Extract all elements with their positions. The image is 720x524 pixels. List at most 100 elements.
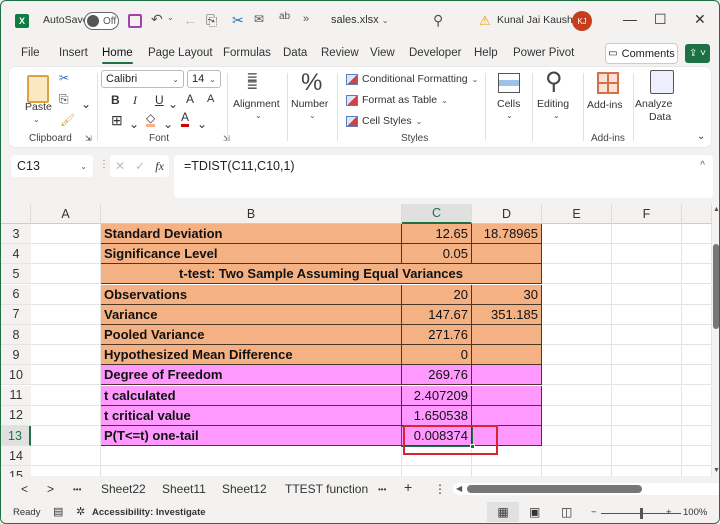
cell-a[interactable]: [31, 224, 101, 244]
column-header-d[interactable]: D: [472, 204, 542, 224]
tab-data[interactable]: Data: [283, 47, 307, 59]
zoom-slider-thumb[interactable]: [640, 508, 643, 519]
tab-file[interactable]: File: [21, 47, 40, 59]
cell-a[interactable]: [31, 385, 101, 406]
redo-arrow-icon[interactable]: ←: [183, 12, 197, 28]
addins-label[interactable]: Add-ins: [587, 99, 623, 111]
shrink-font-button[interactable]: A: [207, 93, 214, 105]
format-painter-icon[interactable]: 🖌: [60, 113, 75, 127]
cell-b-label[interactable]: Variance: [101, 304, 402, 325]
cell-g[interactable]: [682, 284, 712, 305]
enter-icon[interactable]: ✓: [135, 159, 145, 173]
cell-e[interactable]: [542, 405, 612, 426]
cell-d-value[interactable]: [472, 385, 542, 406]
cell-e[interactable]: [542, 284, 612, 305]
cell-g[interactable]: [682, 244, 712, 265]
prev-sheet-button[interactable]: <: [21, 482, 28, 496]
cell-g[interactable]: [682, 304, 712, 325]
accessibility-status[interactable]: Accessibility: Investigate: [92, 507, 206, 518]
cell-b-label[interactable]: t calculated: [101, 385, 402, 406]
tab-home[interactable]: Home: [102, 47, 133, 64]
cell-e[interactable]: [542, 345, 612, 366]
email-icon[interactable]: ✉: [254, 12, 264, 26]
cancel-icon[interactable]: ✕: [115, 159, 125, 173]
cell-e[interactable]: [542, 244, 612, 265]
clipboard-launcher-icon[interactable]: ⇲: [85, 134, 92, 143]
sheet-tab[interactable]: Sheet12: [222, 482, 267, 496]
row-header[interactable]: 11: [1, 385, 31, 406]
row-header[interactable]: 9: [1, 345, 31, 366]
cut-icon[interactable]: ✂: [232, 12, 244, 29]
cell-b-label[interactable]: Pooled Variance: [101, 325, 402, 345]
cell-d-value[interactable]: [472, 365, 542, 386]
cell-f[interactable]: [612, 224, 682, 244]
column-header-c[interactable]: C: [402, 204, 472, 224]
cell-e[interactable]: [542, 446, 612, 467]
font-name-select[interactable]: Calibri ⌄: [101, 70, 184, 88]
page-break-view-icon[interactable]: ◫: [561, 505, 572, 519]
save-icon[interactable]: [128, 14, 142, 28]
collapse-formula-bar-icon[interactable]: ^: [700, 160, 705, 171]
sheet-tab[interactable]: Sheet11: [162, 482, 206, 496]
paste-icon[interactable]: [27, 75, 49, 103]
cell-b-label[interactable]: Hypothesized Mean Difference: [101, 345, 402, 366]
avatar[interactable]: KJ: [572, 11, 592, 31]
spelling-icon[interactable]: ab: [279, 11, 290, 22]
paste-dropdown-icon[interactable]: ⌄: [33, 115, 40, 124]
sheet-tab[interactable]: Sheet22: [101, 482, 146, 496]
cell-g[interactable]: [682, 264, 712, 285]
cell-a[interactable]: [31, 446, 101, 467]
cell-g[interactable]: [682, 385, 712, 406]
tab-formulas[interactable]: Formulas: [223, 47, 271, 59]
conditional-formatting-button[interactable]: Conditional Formatting ⌄: [346, 73, 478, 85]
cell-f[interactable]: [612, 405, 682, 426]
copy-icon[interactable]: ⎘: [206, 12, 217, 29]
macro-record-icon[interactable]: ▤: [53, 505, 63, 518]
vertical-scroll-thumb[interactable]: [713, 244, 719, 329]
cell-c-value[interactable]: 20: [402, 284, 472, 305]
row-header[interactable]: 4: [1, 244, 31, 265]
cell-a[interactable]: [31, 304, 101, 325]
close-icon[interactable]: ✕: [694, 11, 706, 28]
undo-icon[interactable]: ↶: [151, 11, 163, 28]
copy-dropdown-icon[interactable]: ⌄: [81, 97, 91, 111]
cell-g[interactable]: [682, 446, 712, 467]
cell-e[interactable]: [542, 385, 612, 406]
cell-c-value[interactable]: 1.650538: [402, 405, 472, 426]
font-color-button[interactable]: A: [181, 111, 190, 127]
scroll-up-icon[interactable]: ▲: [713, 206, 719, 213]
tab-review[interactable]: Review: [321, 47, 359, 59]
cell-b-label[interactable]: P(T<=t) one-tail: [101, 426, 402, 446]
fill-color-icon[interactable]: ◇: [146, 112, 156, 127]
cell-c-value[interactable]: 12.65: [402, 224, 472, 244]
cell-a[interactable]: [31, 284, 101, 305]
tab-developer[interactable]: Developer: [409, 47, 461, 59]
cell-f[interactable]: [612, 446, 682, 467]
cell-g[interactable]: [682, 325, 712, 345]
tab-page-layout[interactable]: Page Layout: [148, 47, 213, 59]
cell-f[interactable]: [612, 244, 682, 265]
file-name[interactable]: sales.xlsx ⌄: [331, 14, 388, 26]
row-header[interactable]: 6: [1, 284, 31, 305]
cell-c-value[interactable]: 147.67: [402, 304, 472, 325]
normal-view-icon[interactable]: ▦: [487, 502, 519, 522]
tab-help[interactable]: Help: [474, 47, 498, 59]
cell-f[interactable]: [612, 264, 682, 285]
number-group[interactable]: % Number ⌄: [291, 67, 343, 147]
scroll-left-icon[interactable]: ◀: [456, 484, 462, 493]
cell-e[interactable]: [542, 264, 612, 285]
cell-f[interactable]: [612, 325, 682, 345]
cell-b-label[interactable]: t critical value: [101, 405, 402, 426]
cell-a[interactable]: [31, 264, 101, 285]
row-header[interactable]: 12: [1, 405, 31, 426]
page-layout-view-icon[interactable]: ▣: [529, 505, 540, 519]
row-header[interactable]: 3: [1, 224, 31, 244]
scroll-down-icon[interactable]: ▼: [713, 467, 719, 474]
cell-d-value[interactable]: 30: [472, 284, 542, 305]
column-header[interactable]: [682, 204, 712, 224]
cell-a[interactable]: [31, 365, 101, 386]
cell-e[interactable]: [542, 224, 612, 244]
alignment-group[interactable]: ≡ ≡ Alignment ⌄: [231, 67, 291, 147]
underline-dropdown-icon[interactable]: ⌄: [168, 97, 178, 111]
cell-d-value[interactable]: [472, 244, 542, 265]
